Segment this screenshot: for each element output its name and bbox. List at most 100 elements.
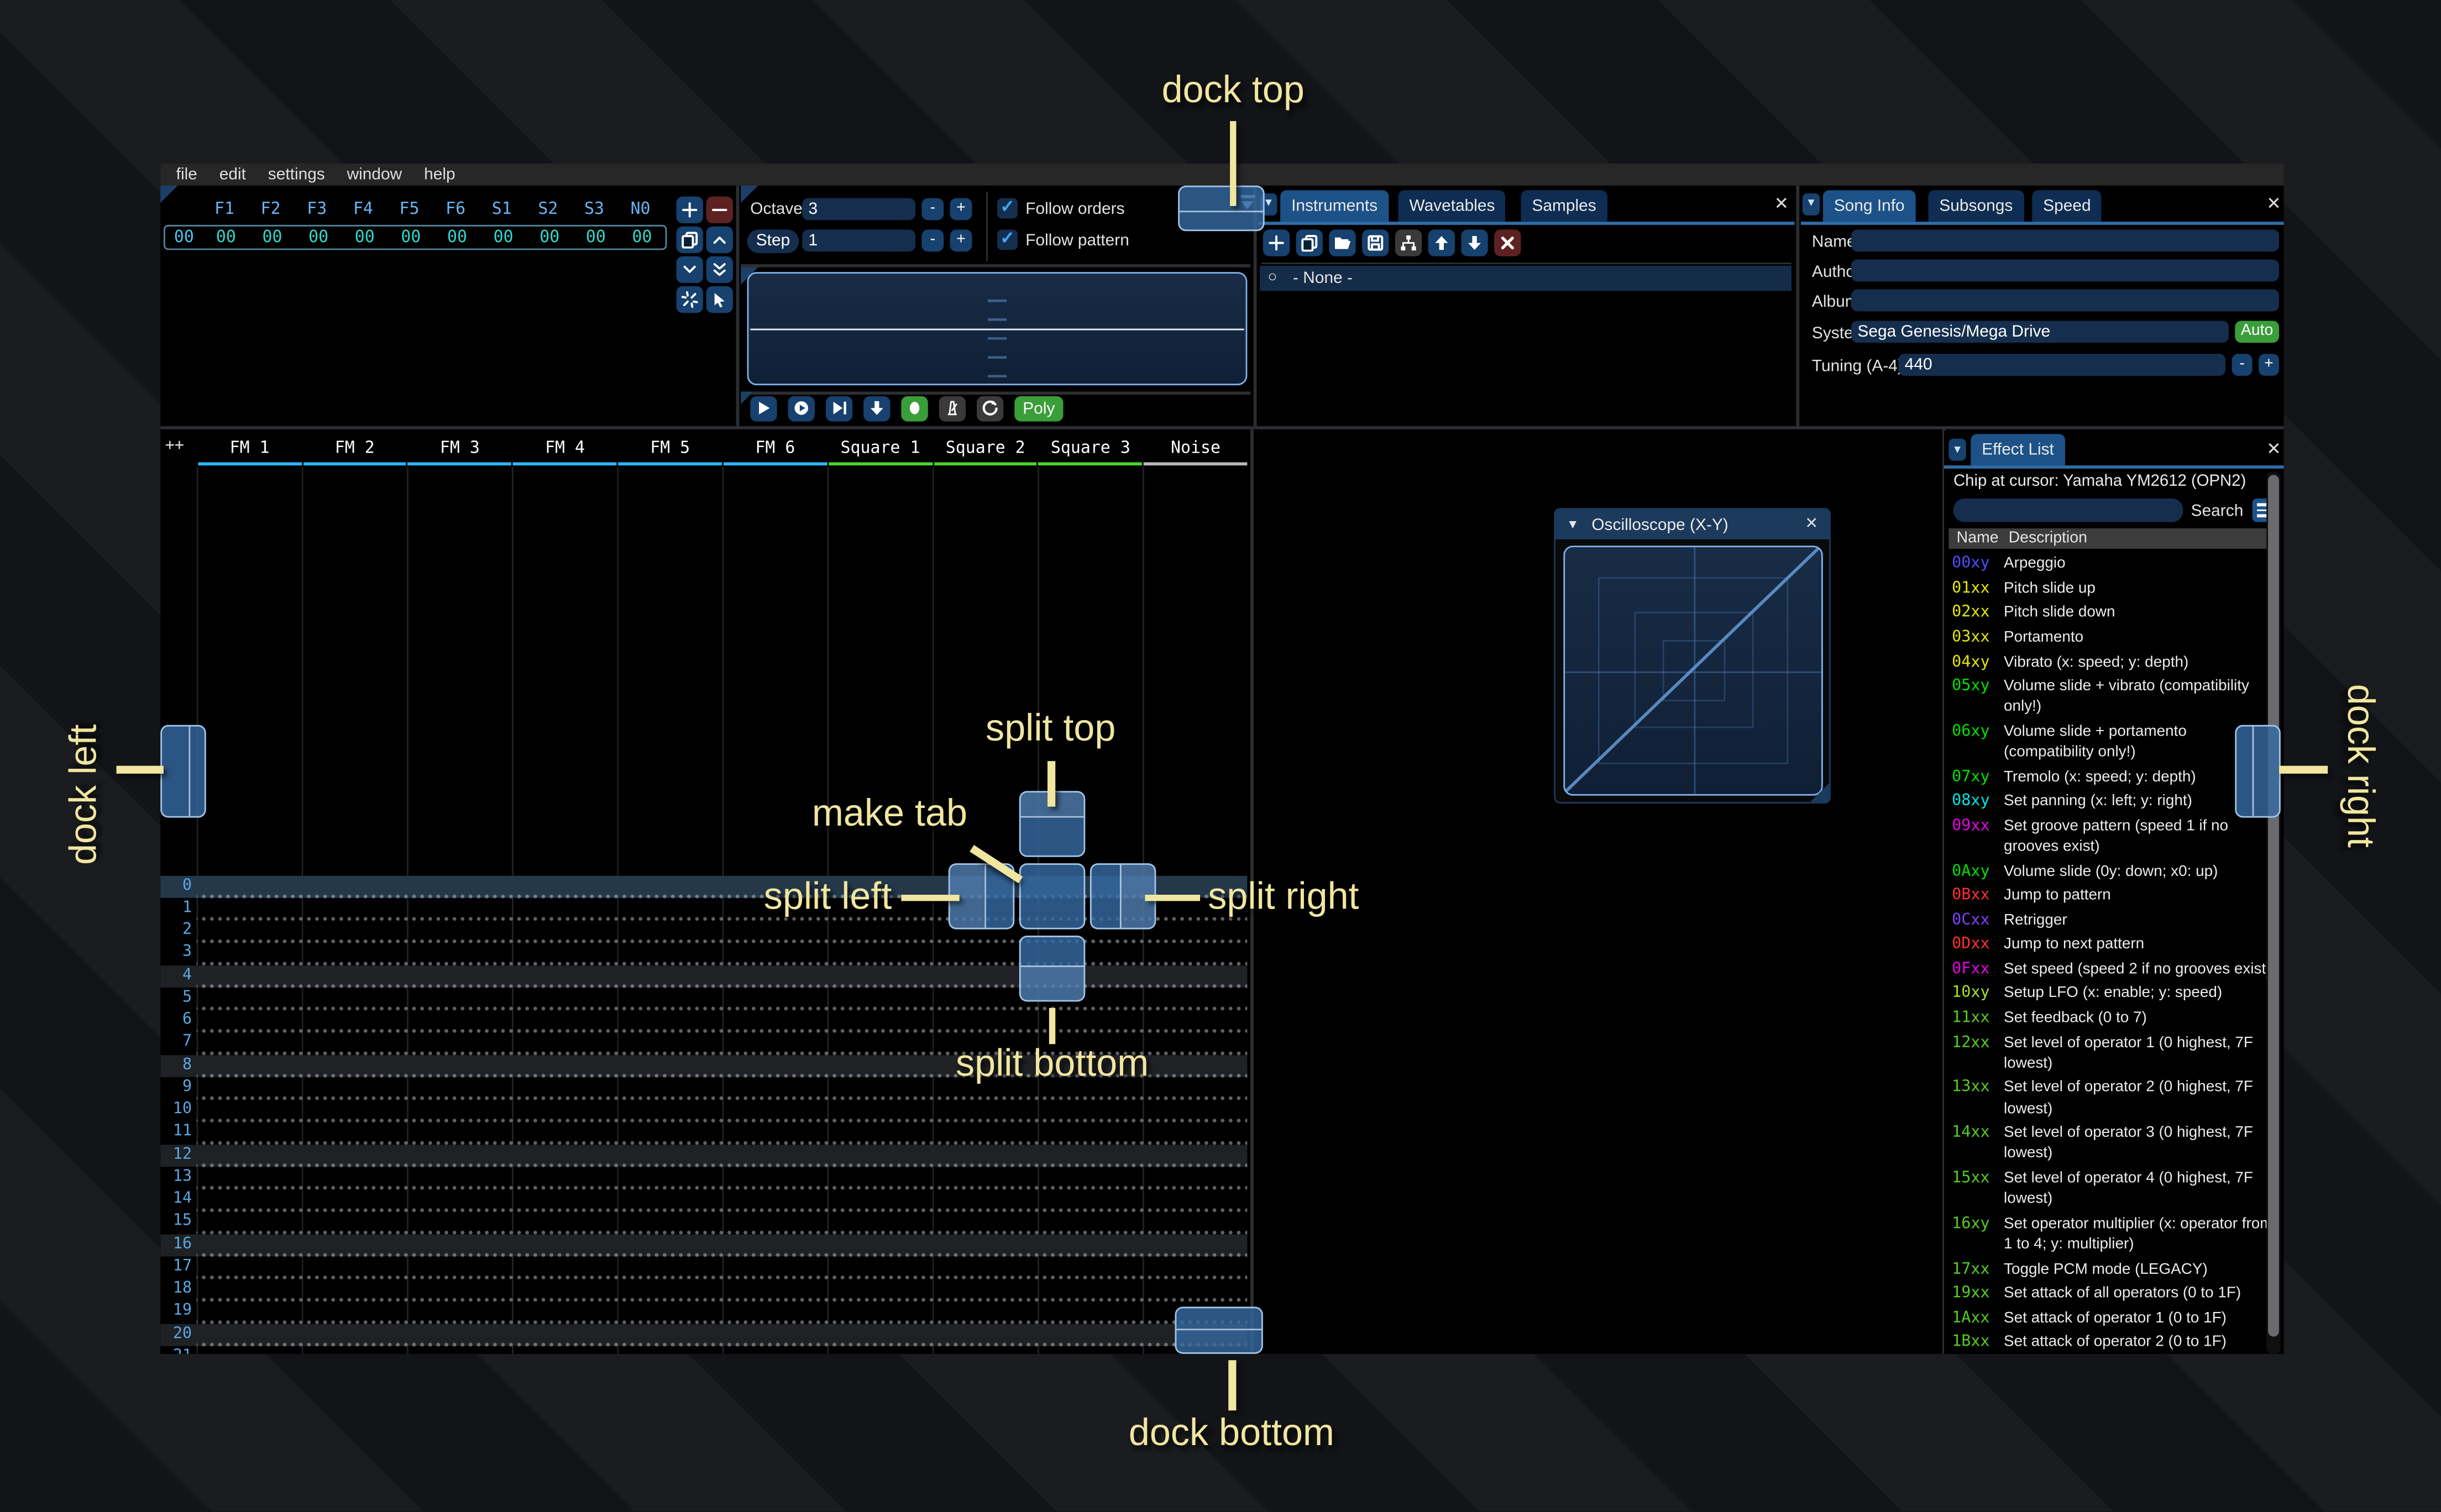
tab-instruments-instruments[interactable]: Instruments	[1280, 190, 1389, 222]
effect-row[interactable]: 11xx Set feedback (0 to 7)	[1952, 1006, 2274, 1031]
channel-header-fm-3[interactable]: FM 3	[407, 437, 512, 461]
chevron-down-icon[interactable]: ▼	[1948, 438, 1966, 461]
close-icon[interactable]: ✕	[2266, 441, 2281, 459]
tab-song-speed[interactable]: Speed	[2032, 190, 2102, 222]
tab-song-subsongs[interactable]: Subsongs	[1928, 190, 2024, 222]
orders-cell[interactable]: 00	[526, 227, 573, 246]
channel-header-fm-6[interactable]: FM 6	[722, 437, 827, 461]
duplicate-order-button[interactable]	[676, 225, 703, 253]
dock-target-bottom[interactable]	[1175, 1306, 1263, 1354]
channel-header-square-3[interactable]: Square 3	[1038, 437, 1143, 461]
move-order-down-button[interactable]	[676, 255, 703, 282]
move-instrument-down-button[interactable]	[1461, 229, 1488, 256]
effect-row[interactable]: 00xy Arpeggio	[1952, 552, 2274, 576]
remove-order-button[interactable]	[706, 196, 733, 223]
effect-row[interactable]: 06xy Volume slide + portamento (compatibi…	[1952, 720, 2274, 765]
effect-row[interactable]: 0Cxx Retrigger	[1952, 908, 2274, 932]
orders-cell[interactable]: 00	[295, 227, 342, 246]
scrollbar-thumb[interactable]	[2268, 475, 2279, 1337]
effect-row[interactable]: 07xy Tremolo (x: speed; y: depth)	[1952, 765, 2274, 789]
duplicate-unlink-order-button[interactable]	[676, 285, 703, 312]
effect-row[interactable]: 09xx Set groove pattern (speed 1 if no gr…	[1952, 814, 2274, 859]
panel-splitter[interactable]	[736, 185, 740, 427]
orders-cell[interactable]: 00	[434, 227, 480, 246]
oscilloscope-xy-titlebar[interactable]: ▼ Oscilloscope (X-Y) ✕	[1555, 509, 1830, 539]
effect-row[interactable]: 02xx Pitch slide down	[1952, 601, 2274, 625]
orders-cell[interactable]: 00	[203, 227, 249, 246]
effect-row[interactable]: 0Dxx Jump to next pattern	[1952, 933, 2274, 957]
poly-toggle-button[interactable]: Poly	[1014, 395, 1064, 422]
effect-row[interactable]: 1Axx Set attack of operator 1 (0 to 1F)	[1952, 1306, 2274, 1330]
octave-increase-button[interactable]: +	[950, 197, 972, 219]
effect-row[interactable]: 17xx Toggle PCM mode (LEGACY)	[1952, 1257, 2274, 1281]
orders-cell[interactable]: 00	[573, 227, 619, 246]
stop-button[interactable]	[901, 395, 928, 422]
octave-decrease-button[interactable]: -	[921, 197, 944, 219]
effect-search-input[interactable]	[1953, 498, 2183, 522]
tab-instruments-samples[interactable]: Samples	[1521, 190, 1607, 222]
metronome-button[interactable]	[939, 395, 966, 422]
move-instrument-up-button[interactable]	[1428, 229, 1455, 256]
channel-header-square-2[interactable]: Square 2	[933, 437, 1038, 461]
step-decrease-button[interactable]: -	[921, 229, 944, 251]
save-instrument-button[interactable]	[1362, 229, 1389, 256]
split-target-bottom[interactable]	[1019, 936, 1086, 1002]
channel-header-fm-5[interactable]: FM 5	[617, 437, 722, 461]
dock-target-top[interactable]	[1178, 185, 1265, 232]
effect-row[interactable]: 0Axy Volume slide (0y: down; x0: up)	[1952, 859, 2274, 884]
tuning-decrease-button[interactable]: -	[2232, 353, 2253, 375]
make-tab-target[interactable]	[1019, 863, 1086, 930]
effect-row[interactable]: 03xx Portamento	[1952, 626, 2274, 650]
tab-effect-list[interactable]: Effect List	[1971, 434, 2065, 466]
dock-target-right[interactable]	[2235, 725, 2281, 818]
menu-item-settings[interactable]: settings	[268, 165, 325, 183]
effect-row[interactable]: 01xx Pitch slide up	[1952, 576, 2274, 601]
step-one-row-button[interactable]	[863, 395, 891, 422]
move-order-bottom-button[interactable]	[706, 255, 733, 282]
step-increase-button[interactable]: +	[950, 229, 972, 251]
effect-row[interactable]: 0Fxx Set speed (speed 2 if no grooves exi…	[1952, 957, 2274, 981]
orders-cell[interactable]: 00	[388, 227, 434, 246]
album-field[interactable]	[1851, 288, 2279, 311]
instrument-list-item[interactable]: ○ - None -	[1260, 265, 1792, 290]
oscilloscope-display[interactable]	[747, 272, 1248, 386]
resize-grip[interactable]	[1810, 783, 1830, 802]
collapse-triangle-icon[interactable]: ▼	[1567, 517, 1579, 532]
effect-row[interactable]: 1Bxx Set attack of operator 2 (0 to 1F)	[1952, 1330, 2274, 1353]
tab-song-song-info[interactable]: Song Info	[1822, 190, 1916, 222]
play-from-start-button[interactable]	[825, 395, 853, 422]
effect-row[interactable]: 04xy Vibrato (x: speed; y: depth)	[1952, 650, 2274, 674]
effect-row[interactable]: 14xx Set level of operator 3 (0 highest, …	[1952, 1121, 2274, 1167]
menu-item-edit[interactable]: edit	[219, 165, 246, 183]
orders-cell[interactable]: 00	[619, 227, 666, 246]
menu-item-window[interactable]: window	[347, 165, 402, 183]
add-order-button[interactable]	[676, 196, 703, 223]
system-field[interactable]: Sega Genesis/Mega Drive	[1851, 320, 2229, 342]
orders-selected-row[interactable]: 00 00 00 00 00 00 00 00 00 00 00	[163, 224, 667, 249]
channel-header-noise[interactable]: Noise	[1143, 437, 1247, 461]
close-icon[interactable]: ✕	[1805, 516, 1818, 533]
channel-header-fm-4[interactable]: FM 4	[512, 437, 617, 461]
repeat-pattern-button[interactable]	[976, 395, 1004, 422]
tab-instruments-wavetables[interactable]: Wavetables	[1398, 190, 1506, 222]
open-instrument-button[interactable]	[1329, 229, 1356, 256]
follow-orders-checkbox[interactable]: ✓	[997, 197, 1018, 218]
effect-row[interactable]: 0Bxx Jump to pattern	[1952, 884, 2274, 908]
menu-item-help[interactable]: help	[424, 165, 455, 183]
menu-item-file[interactable]: file	[176, 165, 197, 183]
panel-splitter[interactable]	[160, 426, 2284, 429]
effect-row[interactable]: 13xx Set level of operator 2 (0 highest, …	[1952, 1076, 2274, 1121]
dock-target-left[interactable]	[160, 725, 206, 818]
tuning-field[interactable]: 440	[1898, 353, 2226, 375]
effect-row[interactable]: 08xy Set panning (x: left; y: right)	[1952, 789, 2274, 813]
effect-row[interactable]: 10xy Setup LFO (x: enable; y: speed)	[1952, 981, 2274, 1006]
effect-row[interactable]: 05xy Volume slide + vibrato (compatibilit…	[1952, 674, 2274, 720]
channel-header-fm-2[interactable]: FM 2	[302, 437, 407, 461]
pattern-options-button[interactable]: ++	[165, 437, 184, 454]
author-field[interactable]	[1851, 259, 2279, 281]
effect-row[interactable]: 19xx Set attack of all operators (0 to 1F…	[1952, 1282, 2274, 1306]
channel-header-fm-1[interactable]: FM 1	[197, 437, 302, 461]
orders-cell[interactable]: 00	[249, 227, 296, 246]
name-field[interactable]	[1851, 229, 2279, 251]
effect-row[interactable]: 16xy Set operator multiplier (x: operator…	[1952, 1212, 2274, 1257]
